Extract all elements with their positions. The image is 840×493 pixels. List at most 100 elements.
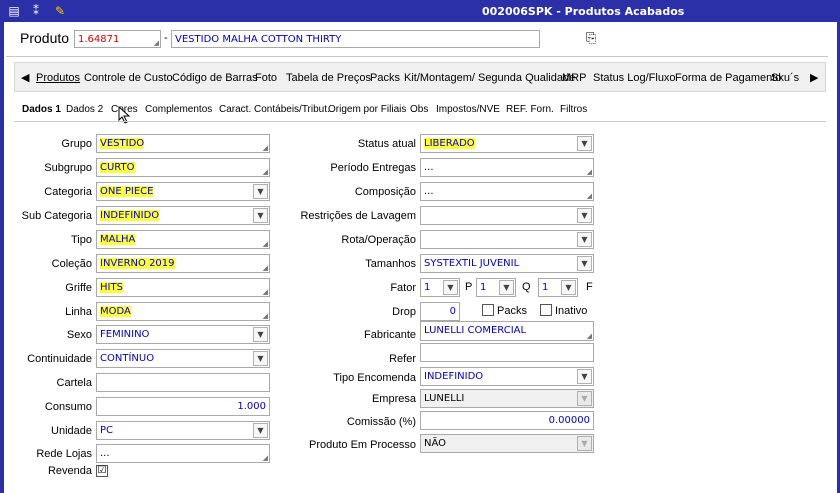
rota-label: Rota/Operação xyxy=(341,234,416,246)
subtab-impostos[interactable]: Impostos/NVE xyxy=(436,104,500,115)
product-description-input[interactable]: VESTIDO MALHA COTTON THIRTY xyxy=(171,30,540,48)
colecao-input[interactable]: INVERNO 2019 ◢ xyxy=(96,254,270,273)
menu-icon[interactable]: ▤ xyxy=(6,3,22,19)
categoria-label: Categoria xyxy=(44,186,92,198)
restricoes-label: Restrições de Lavagem xyxy=(300,210,416,222)
chevron-down-icon[interactable]: ▼ xyxy=(577,136,592,151)
empresa-select: LUNELLI ▼ xyxy=(420,389,594,408)
tab-produtos[interactable]: Produtos xyxy=(36,72,80,84)
tipoenc-select[interactable]: INDEFINIDO ▼ xyxy=(420,367,594,386)
status-label: Status atual xyxy=(357,138,416,150)
grupo-input[interactable]: VESTIDO ◢ xyxy=(96,134,270,153)
fator-select-3[interactable]: 1 ▼ xyxy=(538,278,578,297)
sexo-select[interactable]: FEMININO ▼ xyxy=(96,325,270,344)
chevron-down-icon[interactable]: ▼ xyxy=(577,256,592,271)
periodo-input[interactable]: ... ◢ xyxy=(420,158,594,177)
subgrupo-input[interactable]: CURTO ◢ xyxy=(96,158,270,177)
tab-kit-montagem[interactable]: Kit/Montagem/ Segunda Qualidade xyxy=(404,72,575,84)
chevron-down-icon[interactable]: ▼ xyxy=(577,232,592,247)
revenda-checkbox[interactable]: ☑ xyxy=(96,465,108,477)
subtab-ref-forn[interactable]: REF. Forn. xyxy=(506,104,554,115)
wrench-icon[interactable]: ✎ xyxy=(52,3,68,19)
tab-mrp[interactable]: MRP xyxy=(562,72,586,84)
composicao-input[interactable]: ... ◢ xyxy=(420,182,594,201)
tab-foto[interactable]: Foto xyxy=(255,72,277,84)
cartela-input[interactable] xyxy=(96,373,270,392)
chevron-down-icon[interactable]: ▼ xyxy=(577,369,592,384)
empresa-label: Empresa xyxy=(371,393,416,405)
subtab-dados1[interactable]: Dados 1 xyxy=(22,104,61,115)
redelojas-label: Rede Lojas xyxy=(36,448,92,460)
subcategoria-select[interactable]: INDEFINIDO ▼ xyxy=(96,206,270,225)
chevron-down-icon[interactable]: ▼ xyxy=(253,423,268,438)
status-select[interactable]: LIBERADO ▼ xyxy=(420,134,594,153)
copy-icon[interactable]: ⎘ xyxy=(586,30,596,46)
comissao-input[interactable]: 0.00000 xyxy=(420,411,594,430)
revenda-label: Revenda xyxy=(47,465,92,477)
rota-select[interactable]: ▼ xyxy=(420,230,594,249)
linha-label: Linha xyxy=(65,306,92,318)
traffic-light-icon[interactable]: ⁑ xyxy=(28,3,44,19)
redelojas-input[interactable]: ... ◢ xyxy=(96,444,270,463)
chevron-down-icon[interactable]: ▼ xyxy=(577,208,592,223)
colecao-label: Coleção xyxy=(51,258,92,270)
tab-scroll-left-icon[interactable]: ◀ xyxy=(21,71,29,84)
tab-controle-custo[interactable]: Controle de Custo xyxy=(84,72,173,84)
tab-codigo-barras[interactable]: Código de Barras xyxy=(172,72,258,84)
refer-input[interactable] xyxy=(420,343,594,362)
drop-input[interactable]: 0 xyxy=(420,302,460,321)
tipoenc-label: Tipo Encomenda xyxy=(333,372,416,384)
fabricante-label: Fabricante xyxy=(364,329,416,341)
griffe-label: Griffe xyxy=(65,282,92,294)
subtab-complementos[interactable]: Complementos xyxy=(145,104,212,115)
subtab-obs[interactable]: Obs xyxy=(410,104,428,115)
cartela-label: Cartela xyxy=(56,377,92,389)
chevron-down-icon[interactable]: ▼ xyxy=(253,327,268,342)
fabricante-input[interactable]: LUNELLI COMERCIAL ◢ xyxy=(420,321,594,341)
chevron-down-icon[interactable]: ▼ xyxy=(561,280,576,295)
inativo-checkbox[interactable] xyxy=(540,304,552,316)
window-title: 002006SPK - Produtos Acabados xyxy=(482,5,685,18)
comissao-label: Comissão (%) xyxy=(346,416,416,428)
tamanhos-select[interactable]: SYSTEXTIL JUVENIL ▼ xyxy=(420,254,594,273)
griffe-input[interactable]: HITS ◢ xyxy=(96,278,270,297)
unidade-label: Unidade xyxy=(51,425,92,437)
sexo-label: Sexo xyxy=(66,329,92,341)
tab-packs[interactable]: Packs xyxy=(370,72,400,84)
divider xyxy=(6,56,828,57)
tab-scroll-right-icon[interactable]: ▶ xyxy=(810,71,818,84)
subtab-origem-filiais[interactable]: Origem por Filiais xyxy=(328,104,406,115)
subtab-filtros[interactable]: Filtros xyxy=(560,104,587,115)
tab-skus[interactable]: Sku´s xyxy=(771,72,799,84)
composicao-label: Composição xyxy=(354,186,416,198)
product-code-input[interactable]: 1.64871 ◢ xyxy=(74,30,161,48)
unidade-select[interactable]: PC ▼ xyxy=(96,421,270,440)
subgrupo-label: Subgrupo xyxy=(44,162,92,174)
tab-status-log[interactable]: Status Log/Fluxo xyxy=(593,72,676,84)
chevron-down-icon[interactable]: ▼ xyxy=(253,351,268,366)
tipo-input[interactable]: MALHA ◢ xyxy=(96,230,270,249)
continuidade-select[interactable]: CONTÍNUO ▼ xyxy=(96,349,270,368)
categoria-select[interactable]: ONE PIECE ▼ xyxy=(96,182,270,201)
emprocesso-select: NÃO ▼ xyxy=(420,434,594,453)
fator-select-1[interactable]: 1 ▼ xyxy=(420,278,460,297)
restricoes-select[interactable]: ▼ xyxy=(420,206,594,225)
packs-checkbox[interactable] xyxy=(482,304,494,316)
main-tabs: ◀ Produtos Controle de Custo Código de B… xyxy=(14,62,826,92)
emprocesso-label: Produto Em Processo xyxy=(309,439,416,451)
title-bar: ▤ ⁑ ✎ 002006SPK - Produtos Acabados xyxy=(0,0,840,22)
fator-label: Fator xyxy=(390,282,416,294)
consumo-input[interactable]: 1.000 xyxy=(96,397,270,416)
subtab-divider xyxy=(14,121,826,122)
chevron-down-icon[interactable]: ▼ xyxy=(253,208,268,223)
tab-forma-pagamento[interactable]: Forma de Pagamento xyxy=(675,72,781,84)
linha-input[interactable]: MODA ◢ xyxy=(96,302,270,321)
subtab-caract-contabeis[interactable]: Caract. Contábeis/Tribut. xyxy=(219,104,330,115)
chevron-down-icon[interactable]: ▼ xyxy=(499,280,514,295)
fator-select-2[interactable]: 1 ▼ xyxy=(476,278,516,297)
drop-label: Drop xyxy=(392,306,416,318)
tab-tabela-precos[interactable]: Tabela de Preços xyxy=(286,72,371,84)
chevron-down-icon[interactable]: ▼ xyxy=(443,280,458,295)
subtab-dados2[interactable]: Dados 2 xyxy=(66,104,103,115)
chevron-down-icon[interactable]: ▼ xyxy=(253,184,268,199)
